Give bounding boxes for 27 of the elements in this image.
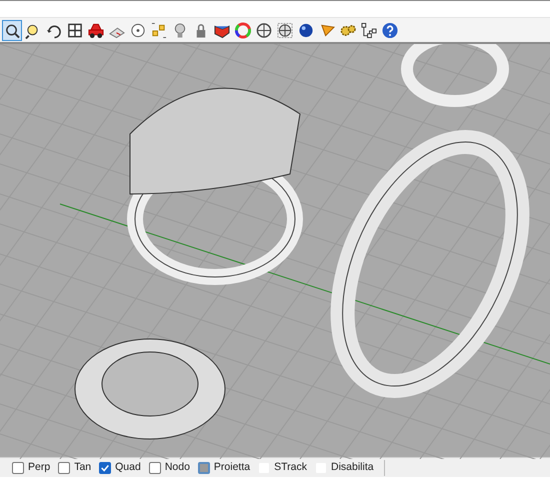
osnap-label[interactable]: Proietta	[214, 460, 250, 476]
osnap-label[interactable]: Disabilita	[330, 460, 374, 476]
grid-icon	[67, 22, 83, 38]
target-icon	[130, 22, 146, 38]
color-wheel-icon	[235, 22, 251, 38]
osnap-label[interactable]: Nodo	[164, 460, 190, 476]
checkbox[interactable]	[99, 462, 112, 474]
hierarchy-icon	[361, 22, 377, 38]
osnap-label[interactable]: STrack	[274, 460, 307, 476]
checkbox[interactable]	[198, 462, 210, 474]
checkbox[interactable]	[12, 462, 24, 474]
car-icon	[88, 22, 104, 38]
osnap-label[interactable]: Tan	[74, 460, 92, 476]
help-icon	[382, 22, 398, 38]
toolbar-button[interactable]	[233, 20, 253, 40]
light-bulb-icon	[172, 22, 188, 38]
checkbox[interactable]	[58, 462, 70, 474]
toolbar-button[interactable]	[2, 20, 22, 40]
sphere-wireframe-icon	[256, 22, 272, 38]
sphere-icon	[298, 22, 314, 38]
sphere-wireframe-icon	[277, 22, 293, 38]
osnap-label[interactable]: Quad	[115, 460, 141, 476]
checkbox[interactable]	[148, 462, 161, 474]
zoom-icon	[4, 22, 20, 38]
osnap-label[interactable]: Perp	[28, 460, 50, 476]
points-icon	[151, 22, 167, 38]
command-line-field[interactable]	[0, 0, 550, 18]
